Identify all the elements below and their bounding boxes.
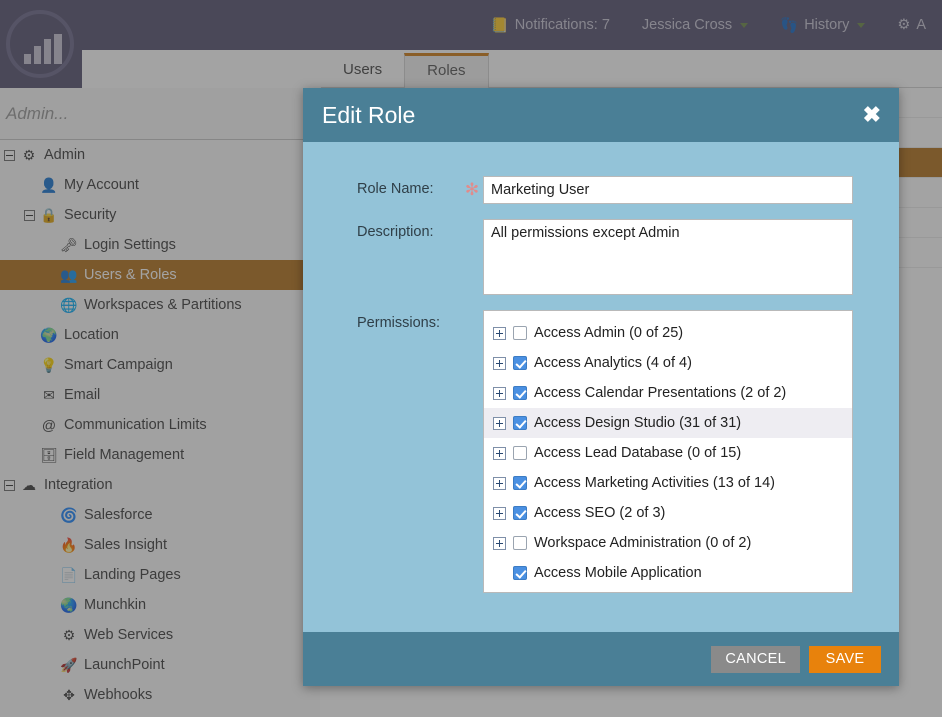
permission-label: Access Mobile Application [534,565,702,581]
permission-label: Access Calendar Presentations (2 of 2) [534,385,787,401]
app-root: 📒 Notifications: 7 Jessica Cross 👣 Histo… [0,0,942,717]
expand-plus-icon[interactable] [493,536,506,550]
permission-item[interactable]: Access Admin (0 of 25) [484,318,852,348]
permission-item[interactable]: Access Calendar Presentations (2 of 2) [484,378,852,408]
description-input[interactable]: All permissions except Admin [483,219,853,295]
dialog-footer: CANCEL SAVE [303,632,899,686]
permission-label: Workspace Administration (0 of 2) [534,535,752,551]
dialog-header: Edit Role ✖ [303,88,899,142]
expand-plus-icon[interactable] [493,356,506,370]
permission-checkbox[interactable] [513,446,527,460]
role-name-input[interactable] [483,176,853,204]
permissions-spacer [461,310,483,593]
permission-checkbox[interactable] [513,536,527,550]
permission-label: Access Analytics (4 of 4) [534,355,692,371]
description-row: Description: All permissions except Admi… [357,219,853,295]
permission-item[interactable]: Access Mobile Application [484,558,852,588]
permission-item[interactable]: Workspace Administration (0 of 2) [484,528,852,558]
permissions-label: Permissions: [357,315,440,331]
permissions-row: Permissions: Access Admin (0 of 25) Acces… [357,310,853,593]
permission-checkbox[interactable] [513,356,527,370]
permission-checkbox[interactable] [513,476,527,490]
role-name-label: Role Name: [357,181,434,197]
permission-label: Access Lead Database (0 of 15) [534,445,742,461]
expand-plus-icon[interactable] [493,326,506,340]
permissions-tree[interactable]: Access Admin (0 of 25) Access Analytics (… [483,310,853,593]
required-asterisk-icon: ✻ [464,180,480,199]
permission-item[interactable]: Access SEO (2 of 3) [484,498,852,528]
description-label: Description: [357,224,434,240]
dialog-title: Edit Role [322,101,416,128]
expand-plus-icon[interactable] [493,476,506,490]
expand-plus-icon[interactable] [493,416,506,430]
permission-item[interactable]: Access Design Studio (31 of 31) [484,408,852,438]
permission-checkbox[interactable] [513,386,527,400]
expand-plus-icon[interactable] [493,386,506,400]
expand-plus-icon[interactable] [493,506,506,520]
permission-label: Access Admin (0 of 25) [534,325,684,341]
cancel-button[interactable]: CANCEL [711,645,800,673]
permission-checkbox[interactable] [513,506,527,520]
expand-plus-icon[interactable] [493,446,506,460]
permission-item[interactable]: Access Analytics (4 of 4) [484,348,852,378]
permission-checkbox[interactable] [513,326,527,340]
role-name-row: Role Name: ✻ [357,176,853,204]
permission-item[interactable]: Access Marketing Activities (13 of 14) [484,468,852,498]
save-button[interactable]: SAVE [809,645,881,673]
permission-label: Access Design Studio (31 of 31) [534,415,742,431]
permission-label: Access Marketing Activities (13 of 14) [534,475,775,491]
close-icon[interactable]: ✖ [863,104,881,126]
permission-item[interactable]: Access Lead Database (0 of 15) [484,438,852,468]
permission-label: Access SEO (2 of 3) [534,505,666,521]
permission-checkbox[interactable] [513,416,527,430]
permission-checkbox[interactable] [513,566,527,580]
edit-role-dialog: Edit Role ✖ Role Name: ✻ Description: Al… [303,88,899,686]
dialog-body: Role Name: ✻ Description: All permission… [303,142,899,632]
